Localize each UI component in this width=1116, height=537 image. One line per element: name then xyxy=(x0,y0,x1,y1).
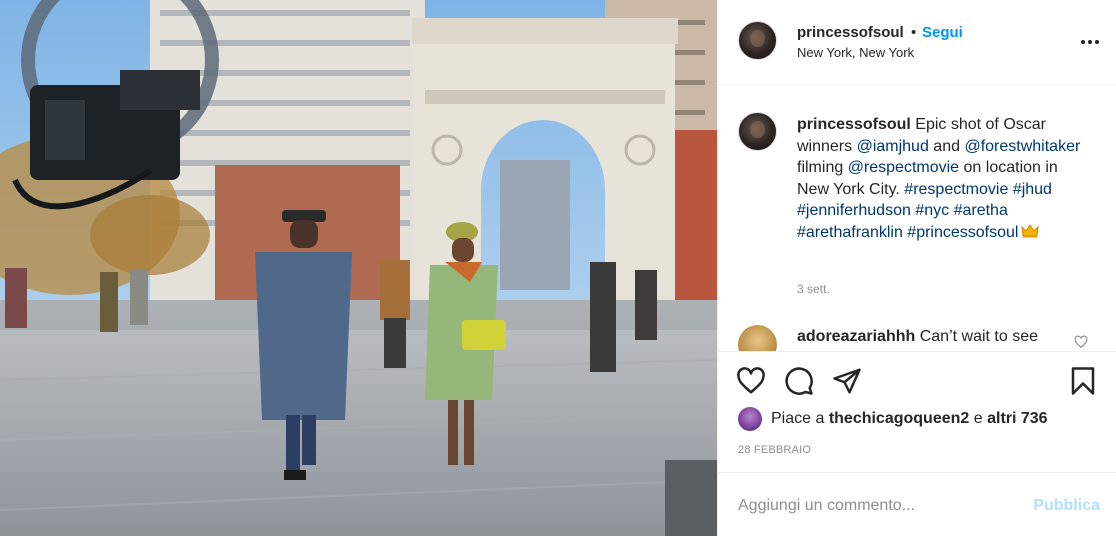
comment-text: adoreazariahhh Can’t wait to see xyxy=(797,328,1038,346)
caption-segment: and xyxy=(928,137,965,155)
bookmark-icon[interactable] xyxy=(1068,366,1098,396)
hashtag-link[interactable]: #nyc xyxy=(915,202,949,219)
likes-prefix: Piace a xyxy=(771,410,829,427)
caption-text: princessofsoul Epic shot of Oscar winner… xyxy=(797,114,1087,243)
comment-input[interactable] xyxy=(738,494,1018,518)
more-options-icon[interactable] xyxy=(1080,32,1100,52)
hashtag-link[interactable]: #aretha xyxy=(954,202,1008,219)
paper-plane-icon[interactable] xyxy=(832,366,862,396)
caption-segment: filming xyxy=(797,159,848,176)
caption-username[interactable]: princessofsoul xyxy=(797,116,911,133)
post-photo[interactable] xyxy=(0,0,717,536)
liker-username[interactable]: thechicagoqueen2 xyxy=(829,410,969,427)
mention-link[interactable]: @iamjhud xyxy=(857,138,929,155)
likes-others[interactable]: altri 736 xyxy=(987,410,1047,427)
liker-avatar[interactable] xyxy=(738,407,762,431)
caption-avatar[interactable] xyxy=(738,112,777,151)
likes-text: Piace a thechicagoqueen2 e altri 736 xyxy=(771,410,1048,428)
hashtag-link[interactable]: #jenniferhudson xyxy=(797,202,911,219)
post-panel: princessofsoul • Segui New York, New Yor… xyxy=(717,0,1116,536)
follow-button[interactable]: Segui xyxy=(922,24,963,41)
comments-area[interactable]: princessofsoul Epic shot of Oscar winner… xyxy=(718,85,1116,351)
instagram-post: princessofsoul • Segui New York, New Yor… xyxy=(0,0,1116,536)
header-separator: • xyxy=(911,24,917,41)
action-bar xyxy=(718,351,1116,408)
post-header: princessofsoul • Segui New York, New Yor… xyxy=(718,0,1116,85)
likes-summary[interactable]: Piace a thechicagoqueen2 e altri 736 xyxy=(738,407,1098,431)
post-location[interactable]: New York, New York xyxy=(797,45,914,60)
comment-like-icon[interactable] xyxy=(1074,335,1088,349)
post-date[interactable]: 28 FEBBRAIO xyxy=(738,444,811,456)
post-image xyxy=(0,0,717,536)
comment-body: Can’t wait to see xyxy=(919,328,1038,345)
heart-icon[interactable] xyxy=(736,366,766,396)
mention-link[interactable]: @forestwhitaker xyxy=(964,138,1080,155)
add-comment-bar: Pubblica xyxy=(718,472,1116,537)
author-username[interactable]: princessofsoul xyxy=(797,24,904,41)
hashtag-link[interactable]: #princessofsoul xyxy=(907,224,1018,241)
caption-timestamp[interactable]: 3 sett. xyxy=(797,282,830,296)
hashtag-link[interactable]: #respectmovie xyxy=(904,181,1008,198)
hashtag-link[interactable]: #jhud xyxy=(1013,181,1052,198)
hashtag-link[interactable]: #arethafranklin xyxy=(797,224,903,241)
author-avatar[interactable] xyxy=(738,21,777,60)
caption-body: Epic shot of Oscar winners @iamjhud and … xyxy=(797,116,1080,241)
likes-middle: e xyxy=(969,410,988,427)
publish-button[interactable]: Pubblica xyxy=(1033,497,1100,515)
mention-link[interactable]: @respectmovie xyxy=(848,159,959,176)
commenter-username[interactable]: adoreazariahhh xyxy=(797,328,915,345)
commenter-avatar[interactable] xyxy=(738,325,777,351)
crown-emoji-icon xyxy=(1021,223,1040,237)
comment-icon[interactable] xyxy=(784,366,814,396)
